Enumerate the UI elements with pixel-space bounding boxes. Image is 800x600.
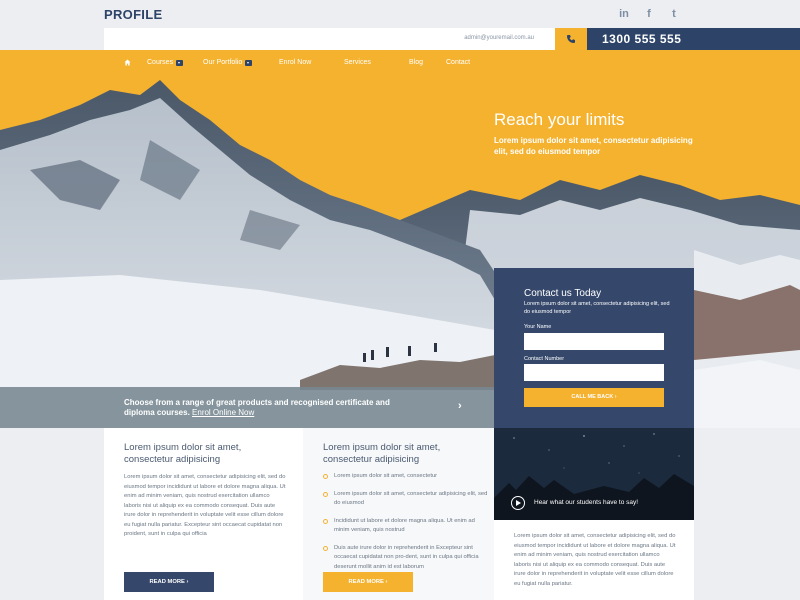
home-icon[interactable] xyxy=(124,59,131,66)
bullet-list: Lorem ipsum dolor sit amet, consectetur … xyxy=(323,472,488,580)
list-item: Incididunt ut labore et dolore magna ali… xyxy=(323,517,488,536)
list-item: Lorem ipsum dolor sit amet, consectetur … xyxy=(323,490,488,509)
nav-item-enrol-now[interactable]: Enrol Now xyxy=(279,59,311,66)
social-links: in f t xyxy=(618,8,680,20)
course-strip-text: Choose from a range of great products an… xyxy=(124,398,390,417)
bullet-circle-icon xyxy=(323,491,328,497)
play-icon[interactable] xyxy=(511,496,525,510)
nav-item-courses[interactable]: Courses xyxy=(147,59,184,66)
contact-number-label: Contact Number xyxy=(524,356,565,362)
content-column-2: Lorem ipsum dolor sit amet, consectetur … xyxy=(303,428,494,600)
testimonial-video[interactable]: Hear what our students have to say! xyxy=(494,428,694,520)
content-column-3: Hear what our students have to say! Lore… xyxy=(494,428,694,600)
video-caption: Hear what our students have to say! xyxy=(534,499,639,506)
nav-item-contact[interactable]: Contact xyxy=(446,59,470,66)
phone-icon xyxy=(555,28,587,50)
contact-number-input[interactable] xyxy=(524,364,664,381)
nav-item-services[interactable]: Services xyxy=(344,59,371,66)
bullet-circle-icon xyxy=(323,545,328,551)
bullet-circle-icon xyxy=(323,474,328,479)
column-body: Lorem ipsum dolor sit amet, consectetur … xyxy=(124,474,286,537)
column-heading: Lorem ipsum dolor sit amet, consectetur … xyxy=(124,442,242,465)
bullet-circle-icon xyxy=(323,518,328,524)
nav-item-our-portfolio[interactable]: Our Portfolio xyxy=(203,59,253,66)
contact-form: Contact us Today Lorem ipsum dolor sit a… xyxy=(494,268,694,428)
content-column-1: Lorem ipsum dolor sit amet, consectetur … xyxy=(104,428,303,600)
enrol-online-link[interactable]: Enrol Online Now xyxy=(192,408,254,417)
course-strip: Choose from a range of great products an… xyxy=(0,387,494,428)
email-link[interactable]: admin@youremail.com.au xyxy=(464,35,534,41)
name-input[interactable] xyxy=(524,333,664,350)
main-nav: Courses Our Portfolio Enrol Now Services… xyxy=(104,50,694,76)
chevron-down-icon xyxy=(245,59,253,66)
call-me-back-button[interactable]: CALL ME BACK › xyxy=(524,388,664,407)
column-heading: Lorem ipsum dolor sit amet, consectetur … xyxy=(323,442,441,465)
column-body: Lorem ipsum dolor sit amet, consectetur … xyxy=(514,533,676,587)
top-bar: PROFILE in f t xyxy=(0,0,800,28)
read-more-button[interactable]: READ MORE › xyxy=(323,572,413,592)
read-more-button[interactable]: READ MORE › xyxy=(124,572,214,592)
brand-logo[interactable]: PROFILE xyxy=(104,7,162,22)
linkedin-icon[interactable]: in xyxy=(618,8,630,20)
contact-form-title: Contact us Today xyxy=(524,288,602,299)
hero-subtitle: Lorem ipsum dolor sit amet, consectetur … xyxy=(494,136,693,156)
twitter-icon[interactable]: t xyxy=(668,8,680,20)
hero-title: Reach your limits xyxy=(494,110,625,129)
list-item: Duis aute irure dolor in reprehenderit i… xyxy=(323,544,488,573)
chevron-down-icon xyxy=(176,59,184,66)
list-item: Lorem ipsum dolor sit amet, consectetur xyxy=(323,472,488,482)
facebook-icon[interactable]: f xyxy=(643,8,655,20)
name-label: Your Name xyxy=(524,324,552,330)
phone-number[interactable]: 1300 555 555 xyxy=(587,28,800,50)
contact-form-description: Lorem ipsum dolor sit amet, consectetur … xyxy=(524,301,670,315)
contact-bar: admin@youremail.com.au 1300 555 555 xyxy=(104,28,800,50)
chevron-right-icon[interactable]: › xyxy=(458,400,462,412)
nav-item-blog[interactable]: Blog xyxy=(409,59,423,66)
